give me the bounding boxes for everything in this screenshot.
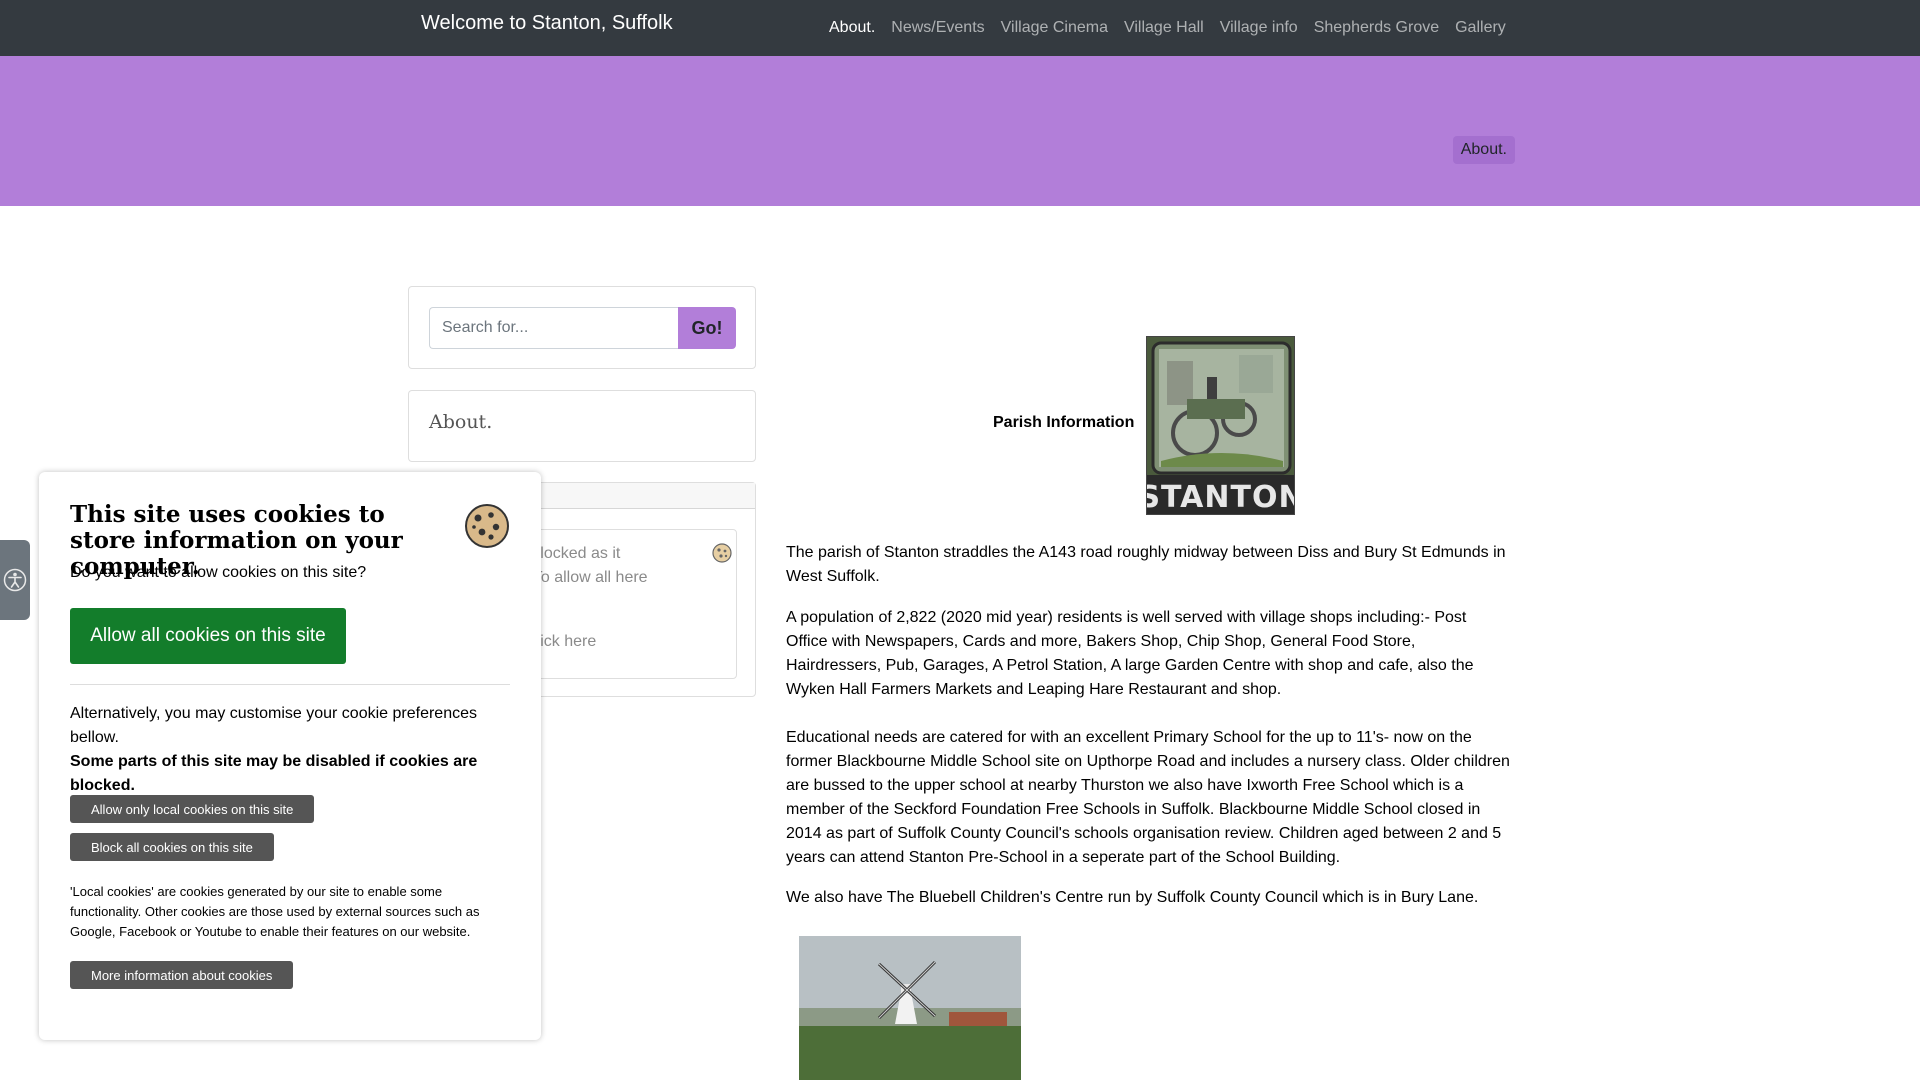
nav-link-village-hall[interactable]: Village Hall [1124,19,1204,37]
more-cookie-info-button[interactable]: More information about cookies [70,961,294,989]
nav-link-village-cinema[interactable]: Village Cinema [1001,19,1108,37]
cookie-alternative-text: Alternatively, you may customise your co… [70,705,477,746]
about-card: About. [408,390,756,462]
search-go-button[interactable]: Go! [678,307,736,349]
main-nav: About. News/Events Village Cinema Villag… [829,0,1506,56]
accessibility-icon [3,568,27,592]
windmill-photo [799,936,1021,1080]
nav-link-about[interactable]: About. [829,19,875,37]
allow-local-cookies-button[interactable]: Allow only local cookies on this site [70,795,315,823]
cookie-note-text: 'Local cookies' are cookies generated by… [70,884,480,939]
allow-all-cookies-button[interactable]: Allow all cookies on this site [70,608,346,664]
accessibility-tab[interactable] [0,540,30,620]
header-band: About. [0,56,1920,206]
divider [70,684,510,685]
search-card: Go! [408,286,756,369]
sign-text: STANTON [1147,480,1295,515]
block-all-cookies-button[interactable]: Block all cookies on this site [70,833,274,861]
cookie-question: Do you want to allow cookies on this sit… [70,564,367,581]
population-paragraph: A population of 2,822 (2020 mid year) re… [786,609,1474,698]
about-card-title: About. [429,411,493,433]
intro-paragraph: The parish of Stanton straddles the A143… [786,544,1506,585]
cookie-warning-text: Some parts of this site may be disabled … [70,753,478,794]
childrens-centre-paragraph: We also have The Bluebell Children's Cen… [786,889,1479,906]
parish-information-label: Parish Information [993,414,1135,431]
stanton-village-sign-image: STANTON [1146,336,1295,515]
cookie-consent-panel: This site uses cookies to store informat… [39,472,541,1040]
education-paragraph: Educational needs are catered for with a… [786,729,1510,866]
nav-link-gallery[interactable]: Gallery [1455,19,1506,37]
search-input[interactable] [429,307,679,349]
breadcrumb: About. [1452,136,1515,164]
top-navbar: Welcome to Stanton, Suffolk About. News/… [0,0,1920,56]
cookie-icon [463,502,511,555]
nav-link-shepherds-grove[interactable]: Shepherds Grove [1314,19,1439,37]
site-brand[interactable]: Welcome to Stanton, Suffolk [421,12,673,35]
nav-link-village-info[interactable]: Village info [1220,19,1298,37]
cookie-icon [711,542,733,572]
nav-link-news-events[interactable]: News/Events [891,19,984,37]
